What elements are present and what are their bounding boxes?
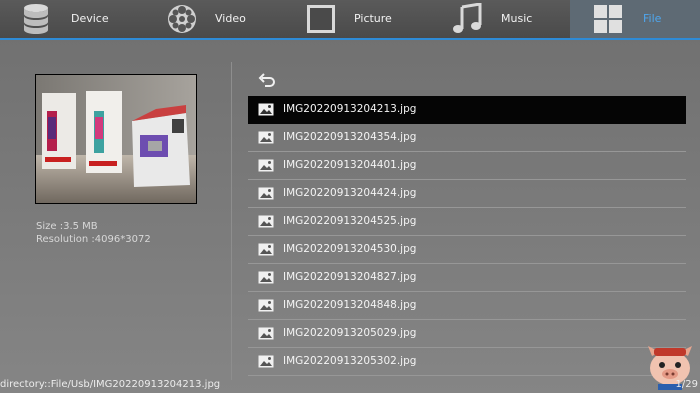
image-file-icon — [258, 271, 274, 284]
file-name: IMG20220913204401.jpg — [283, 159, 417, 171]
panel-divider — [231, 62, 232, 380]
file-row[interactable]: IMG20220913204424.jpg — [248, 180, 686, 208]
image-file-icon — [258, 355, 274, 368]
back-arrow-icon[interactable] — [258, 72, 276, 90]
tab-picture[interactable]: Picture — [280, 0, 430, 38]
top-tab-bar: Device Video Picture Music File — [0, 0, 700, 40]
file-row[interactable]: IMG20220913204401.jpg — [248, 152, 686, 180]
image-file-icon — [258, 299, 274, 312]
database-icon — [24, 4, 48, 34]
file-size: Size :3.5 MB — [36, 221, 98, 232]
image-file-icon — [258, 327, 274, 340]
file-row[interactable]: IMG20220913205302.jpg — [248, 348, 686, 376]
image-file-icon — [258, 131, 274, 144]
image-file-icon — [258, 243, 274, 256]
preview-photo — [36, 75, 196, 203]
tab-file[interactable]: File — [570, 0, 700, 38]
file-name: IMG20220913204827.jpg — [283, 271, 417, 283]
tab-music[interactable]: Music — [430, 0, 570, 38]
file-name: IMG20220913204424.jpg — [283, 187, 417, 199]
file-name: IMG20220913204848.jpg — [283, 299, 417, 311]
image-file-icon — [258, 215, 274, 228]
file-list: IMG20220913204213.jpg IMG20220913204354.… — [248, 96, 686, 376]
tab-device[interactable]: Device — [0, 0, 140, 38]
file-row[interactable]: IMG20220913204530.jpg — [248, 236, 686, 264]
file-name: IMG20220913204213.jpg — [283, 103, 417, 115]
tab-device-label: Device — [71, 12, 109, 25]
file-counter: 1/29 — [675, 379, 698, 390]
image-file-icon — [258, 159, 274, 172]
file-row[interactable]: IMG20220913204848.jpg — [248, 292, 686, 320]
file-name: IMG20220913204530.jpg — [283, 243, 417, 255]
tab-music-label: Music — [501, 12, 533, 25]
file-name: IMG20220913205302.jpg — [283, 355, 417, 367]
picture-frame-icon — [307, 5, 335, 33]
file-row[interactable]: IMG20220913204827.jpg — [248, 264, 686, 292]
file-name: IMG20220913204354.jpg — [283, 131, 417, 143]
file-row[interactable]: IMG20220913204525.jpg — [248, 208, 686, 236]
file-row[interactable]: IMG20220913205029.jpg — [248, 320, 686, 348]
file-row[interactable]: IMG20220913204354.jpg — [248, 124, 686, 152]
tab-file-label: File — [643, 12, 662, 25]
file-name: IMG20220913205029.jpg — [283, 327, 417, 339]
film-reel-icon — [168, 5, 196, 33]
image-file-icon — [258, 187, 274, 200]
grid-icon — [594, 5, 622, 33]
directory-path: directory::File/Usb/IMG20220913204213.jp… — [0, 379, 221, 390]
tab-picture-label: Picture — [354, 12, 392, 25]
music-note-icon — [453, 3, 482, 33]
tab-video[interactable]: Video — [140, 0, 280, 38]
image-preview — [35, 74, 197, 204]
file-resolution: Resolution :4096*3072 — [36, 234, 151, 245]
file-row[interactable]: IMG20220913204213.jpg — [248, 96, 686, 124]
file-name: IMG20220913204525.jpg — [283, 215, 417, 227]
tab-video-label: Video — [215, 12, 246, 25]
image-file-icon — [258, 103, 274, 116]
